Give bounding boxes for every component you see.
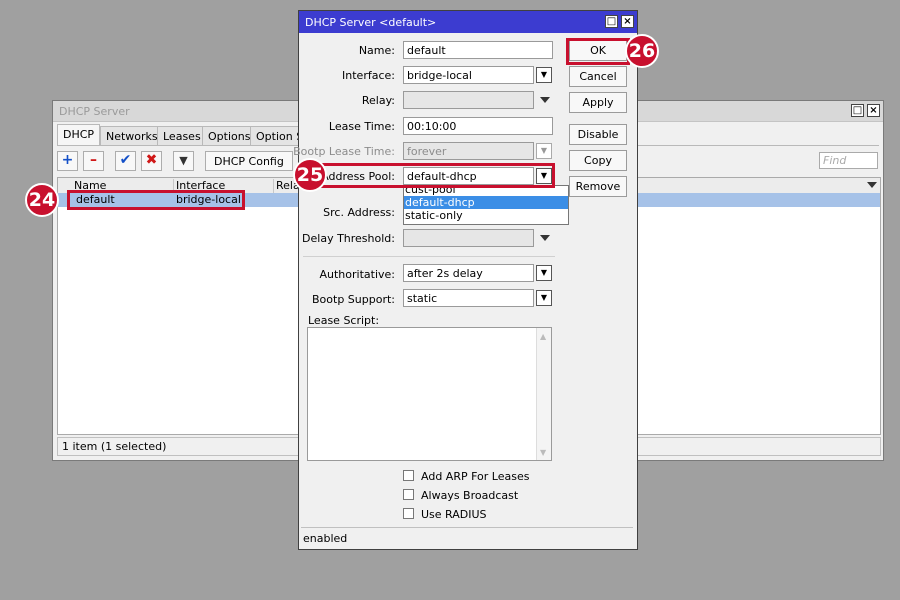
interface-label: Interface:: [342, 69, 395, 82]
bootp-support-select[interactable]: static: [403, 289, 534, 307]
scroll-down-icon[interactable]: ▼: [540, 448, 546, 457]
authoritative-label: Authoritative:: [319, 268, 396, 281]
disable-button[interactable]: Disable: [569, 124, 627, 145]
bootp-lease-time-dropdown-icon[interactable]: ▼: [536, 143, 552, 159]
step-badge-26: 26: [625, 34, 659, 68]
src-address-label: Src. Address:: [323, 206, 395, 219]
delay-threshold-label: Delay Threshold:: [302, 232, 395, 245]
authoritative-select[interactable]: after 2s delay: [403, 264, 534, 282]
name-field[interactable]: default: [403, 41, 553, 59]
name-label: Name:: [358, 44, 395, 57]
close-icon[interactable]: ×: [621, 15, 634, 28]
delay-threshold-field[interactable]: [403, 229, 534, 247]
highlight-ok-button: [566, 38, 630, 65]
interface-select[interactable]: bridge-local: [403, 66, 534, 84]
always-broadcast-label: Always Broadcast: [421, 489, 519, 502]
cancel-button[interactable]: Cancel: [569, 66, 627, 87]
tab-options[interactable]: Options: [202, 126, 257, 145]
dialog-titlebar[interactable]: DHCP Server <default> □ ×: [299, 11, 637, 33]
bootp-support-dropdown-icon[interactable]: ▼: [536, 290, 552, 306]
lease-script-textarea[interactable]: ▲ ▼: [307, 327, 552, 461]
relay-label: Relay:: [361, 94, 395, 107]
bootp-lease-time-field[interactable]: forever: [403, 142, 534, 160]
form-separator: [303, 256, 555, 257]
relay-expand-icon[interactable]: [540, 97, 550, 103]
enable-icon[interactable]: ✔: [115, 151, 136, 171]
address-pool-options: cust-pool default-dhcp static-only: [403, 185, 569, 225]
highlight-address-pool: [318, 163, 555, 188]
tab-leases[interactable]: Leases: [157, 126, 207, 145]
tab-networks[interactable]: Networks: [100, 126, 164, 145]
column-menu-icon[interactable]: [867, 182, 877, 188]
interface-dropdown-icon[interactable]: ▼: [536, 67, 552, 83]
dhcp-server-dialog: DHCP Server <default> □ × Name: default …: [293, 10, 638, 550]
lease-script-scrollbar[interactable]: ▲ ▼: [536, 328, 551, 460]
add-arp-checkbox[interactable]: [403, 470, 414, 481]
lease-time-field[interactable]: 00:10:00: [403, 117, 553, 135]
step-badge-25: 25: [293, 158, 327, 192]
dialog-status: enabled: [301, 527, 633, 547]
scroll-up-icon[interactable]: ▲: [540, 332, 546, 341]
remove-icon[interactable]: –: [83, 151, 104, 171]
authoritative-dropdown-icon[interactable]: ▼: [536, 265, 552, 281]
pool-option-static-only[interactable]: static-only: [404, 209, 568, 222]
dhcp-config-button[interactable]: DHCP Config: [205, 151, 293, 171]
copy-button[interactable]: Copy: [569, 150, 627, 171]
find-input[interactable]: Find: [819, 152, 878, 169]
filter-icon[interactable]: ▼: [173, 151, 194, 171]
add-icon[interactable]: +: [57, 151, 78, 171]
pool-option-default-dhcp[interactable]: default-dhcp: [404, 196, 568, 209]
close-icon[interactable]: ×: [867, 104, 880, 117]
disable-icon[interactable]: ✖: [141, 151, 162, 171]
dialog-title: DHCP Server <default>: [305, 16, 437, 29]
add-arp-label: Add ARP For Leases: [421, 470, 530, 483]
step-badge-24: 24: [25, 183, 59, 217]
lease-time-label: Lease Time:: [328, 120, 395, 133]
relay-field[interactable]: [403, 91, 534, 109]
lease-script-label: Lease Script:: [308, 314, 380, 327]
use-radius-checkbox[interactable]: [403, 508, 414, 519]
maximize-icon[interactable]: □: [605, 15, 618, 28]
use-radius-label: Use RADIUS: [421, 508, 487, 521]
tab-dhcp[interactable]: DHCP: [57, 124, 101, 145]
highlight-default-row: [67, 190, 245, 210]
remove-button[interactable]: Remove: [569, 176, 627, 197]
bootp-lease-time-label: Bootp Lease Time:: [293, 145, 395, 158]
bootp-support-label: Bootp Support:: [312, 293, 395, 306]
delay-threshold-expand-icon[interactable]: [540, 235, 550, 241]
apply-button[interactable]: Apply: [569, 92, 627, 113]
window-title: DHCP Server: [59, 105, 130, 118]
maximize-icon[interactable]: □: [851, 104, 864, 117]
always-broadcast-checkbox[interactable]: [403, 489, 414, 500]
